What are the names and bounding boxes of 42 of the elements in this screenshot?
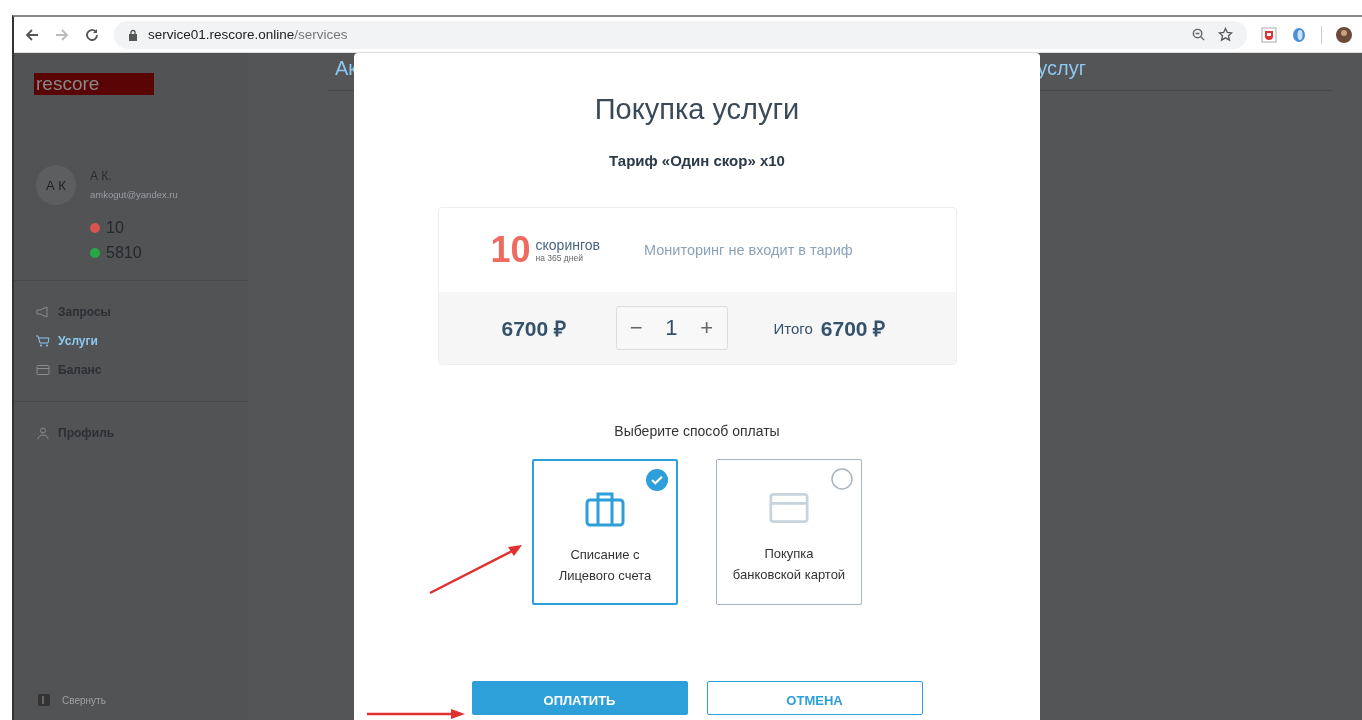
panel-icon <box>38 694 50 706</box>
dialog-title: Покупка услуги <box>594 93 800 126</box>
nav-item[interactable]: Услуги <box>36 334 248 348</box>
period-text: на 365 дней <box>535 253 584 263</box>
briefcase-icon <box>585 491 625 527</box>
url-host: service01.rescore.online <box>148 27 295 42</box>
payment-option[interactable]: Покупка банковской картой <box>716 459 862 605</box>
megaphone-icon <box>36 306 50 318</box>
card-icon <box>769 490 809 526</box>
back-icon[interactable] <box>24 26 40 43</box>
pay-button[interactable]: ОПЛАТИТЬ <box>471 681 688 715</box>
tariff-name: Тариф «Один скор» х10 <box>609 152 785 169</box>
payment-label: Выберите способ оплаты <box>614 423 780 439</box>
cart-icon <box>36 335 50 347</box>
radio-icon <box>831 468 853 490</box>
avatar: А К <box>36 165 76 205</box>
check-icon <box>646 469 668 491</box>
reload-icon[interactable] <box>84 26 100 43</box>
total-price: 6700 ₽ <box>820 316 886 342</box>
scoring-count: 10 <box>490 229 531 271</box>
extension-icon[interactable] <box>1291 26 1307 43</box>
card-icon <box>36 364 50 376</box>
url-path: /services <box>294 27 348 42</box>
scoring-unit: скорингов <box>535 237 600 253</box>
total-label: Итого <box>773 319 813 337</box>
collapse-link[interactable]: Свернуть <box>62 694 106 706</box>
zoom-out-icon[interactable] <box>1191 27 1206 42</box>
increment-button[interactable]: + <box>696 315 718 341</box>
logo[interactable]: rescore <box>34 73 154 95</box>
quantity-value[interactable]: 1 <box>665 315 678 341</box>
unit-price: 6700 ₽ <box>501 316 568 342</box>
cancel-button[interactable]: ОТМЕНА <box>706 681 923 715</box>
address-bar[interactable]: service01.rescore.online/services <box>114 20 1247 49</box>
avatar-icon[interactable] <box>1336 26 1352 43</box>
decrement-button[interactable]: − <box>625 315 647 341</box>
monitoring-note: Мониторинг не входит в тариф <box>644 242 853 258</box>
user-email: amkogut@yandex.ru <box>90 189 178 200</box>
star-icon[interactable] <box>1218 27 1233 42</box>
lock-icon <box>128 28 138 41</box>
person-icon <box>36 427 50 439</box>
payment-option[interactable]: Списание с Лицевого счета <box>532 459 678 605</box>
extension-icon[interactable] <box>1261 26 1277 43</box>
